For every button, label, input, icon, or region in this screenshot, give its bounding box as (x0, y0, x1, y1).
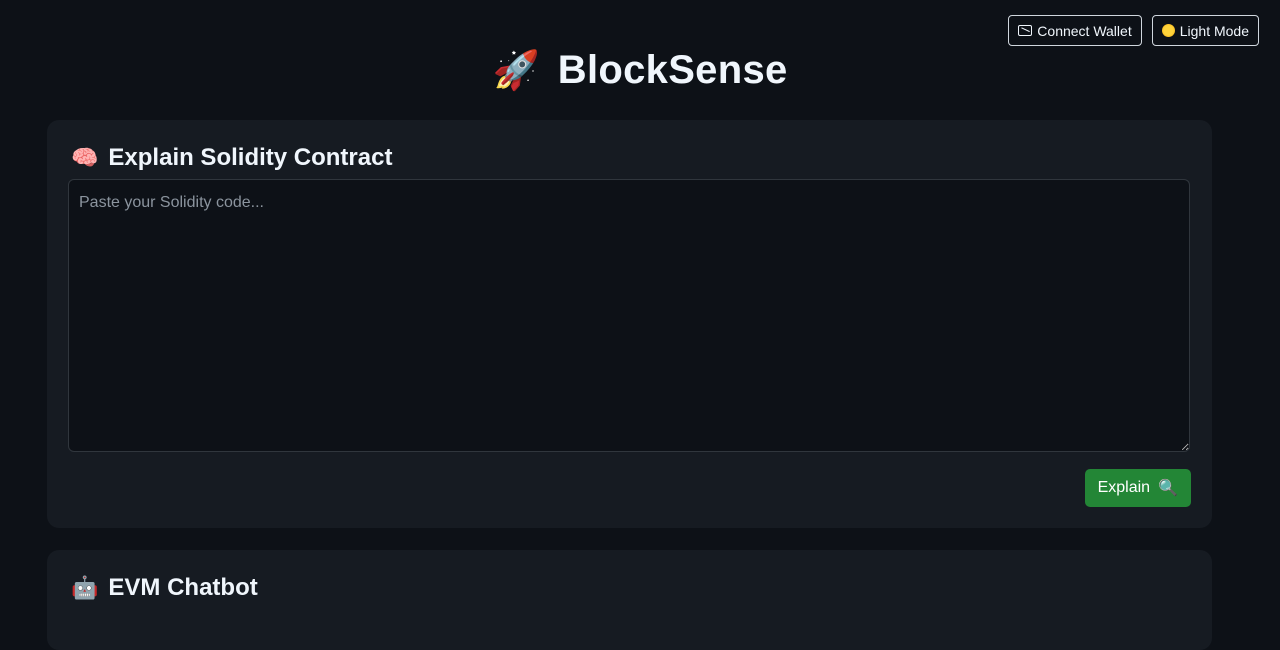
rocket-icon: 🚀 (492, 49, 540, 92)
explain-button[interactable]: Explain 🔍 (1084, 469, 1191, 507)
robot-icon: 🤖 (71, 575, 99, 600)
sun-icon (1161, 24, 1175, 37)
explain-contract-card: 🧠 Explain Solidity Contract Explain 🔍 (47, 120, 1212, 528)
chatbot-card-title: EVM Chatbot (108, 574, 258, 601)
explain-card-title: Explain Solidity Contract (108, 144, 393, 171)
top-actions: Connect Wallet Light Mode (1008, 15, 1259, 46)
app-title: BlockSense (557, 48, 788, 92)
explain-card-header: 🧠 Explain Solidity Contract (71, 144, 392, 172)
chatbot-card-header: 🤖 EVM Chatbot (71, 574, 258, 602)
wallet-icon (1018, 25, 1033, 36)
evm-chatbot-card: 🤖 EVM Chatbot (47, 550, 1212, 650)
connect-wallet-label: Connect Wallet (1037, 22, 1132, 39)
solidity-code-input[interactable] (68, 179, 1190, 452)
light-mode-button[interactable]: Light Mode (1151, 15, 1259, 46)
explain-button-label: Explain (1097, 479, 1151, 496)
brain-icon: 🧠 (71, 145, 99, 170)
search-icon: 🔍 (1158, 480, 1178, 497)
light-mode-label: Light Mode (1179, 22, 1249, 39)
connect-wallet-button[interactable]: Connect Wallet (1008, 15, 1142, 46)
brand-header: 🚀 BlockSense (0, 48, 1280, 93)
